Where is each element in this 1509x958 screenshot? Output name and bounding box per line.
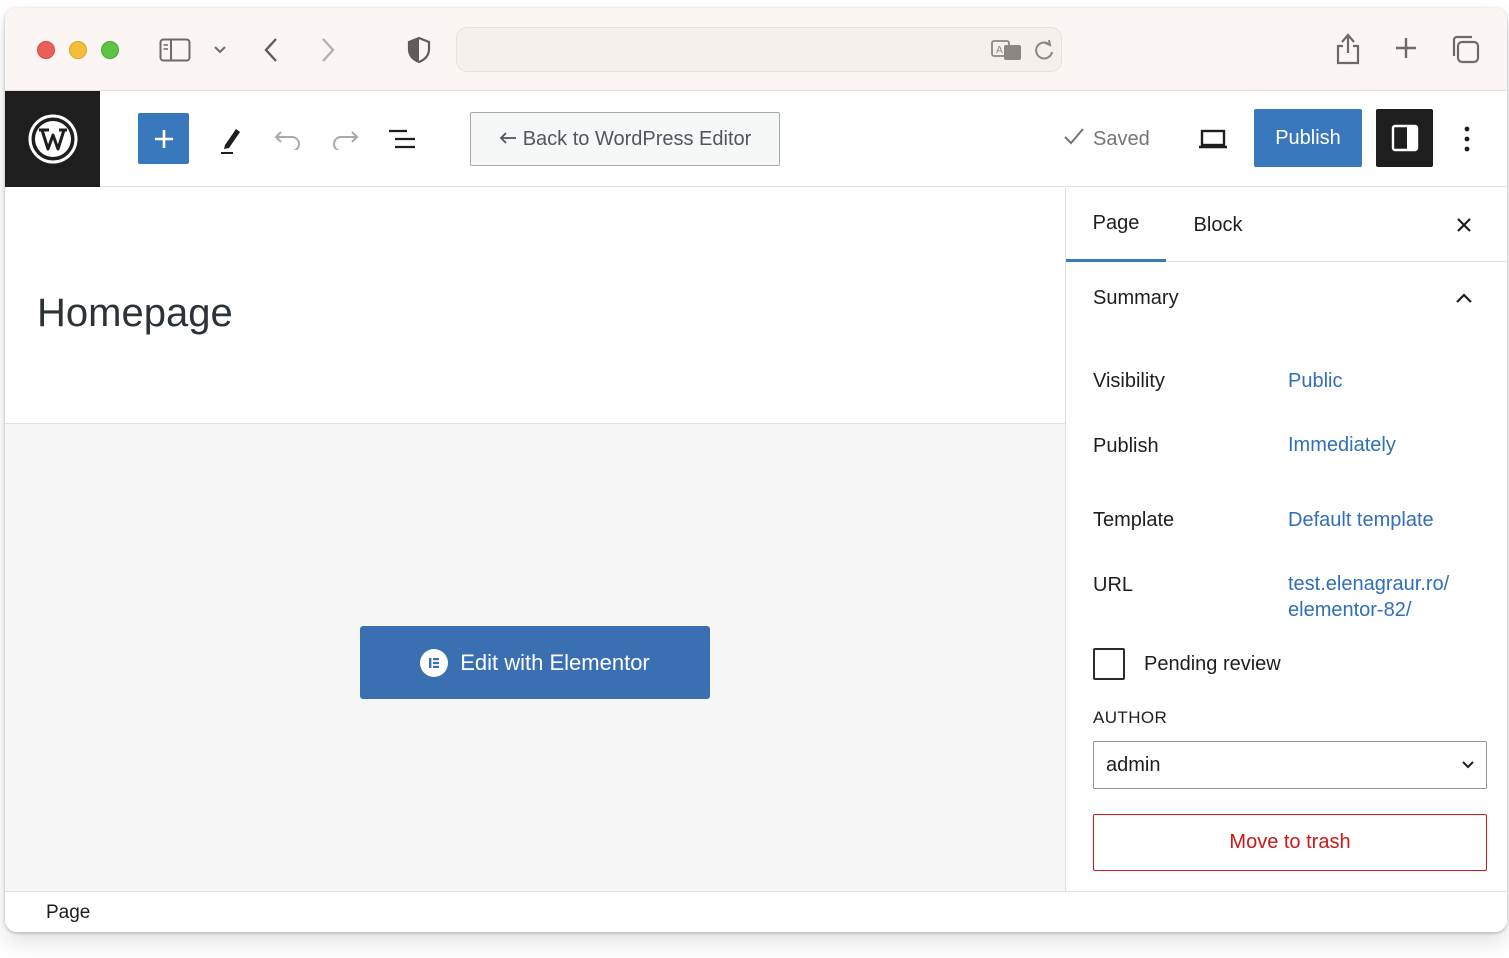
elementor-button-label: Edit with Elementor [460,649,650,675]
author-label: AUTHOR [1093,708,1168,727]
author-value: admin [1106,753,1161,776]
url-value[interactable]: test.elenagraur.ro/ elementor-82/ [1288,571,1449,623]
settings-sidebar-icon[interactable] [1376,109,1433,167]
svg-text:A: A [996,45,1003,56]
shield-icon[interactable] [405,35,433,65]
author-select[interactable]: admin [1093,741,1487,789]
tab-block[interactable]: Block [1178,188,1258,262]
forward-icon[interactable] [316,36,340,64]
browser-window: A Back to WordPress Editor Saved Publish… [5,8,1507,932]
summary-panel-title[interactable]: Summary [1093,287,1179,310]
move-to-trash-button[interactable]: Move to trash [1093,814,1487,871]
preview-desktop-icon[interactable] [1195,124,1231,154]
edit-with-elementor-button[interactable]: Edit with Elementor [360,626,710,699]
checkmark-icon [1063,127,1085,151]
title-area: Homepage [5,188,1065,424]
edit-tools-icon[interactable] [214,121,248,157]
share-icon[interactable] [1333,29,1363,67]
close-icon[interactable] [1449,210,1479,240]
back-icon[interactable] [259,36,283,64]
template-value[interactable]: Default template [1288,507,1434,533]
save-status: Saved [1063,125,1150,153]
settings-sidebar: Page Block Summary Visibility Public Pub… [1065,188,1507,891]
tabs-overview-icon[interactable] [1449,33,1481,65]
sidebar-icon[interactable] [157,36,193,64]
zoom-window-button[interactable] [101,41,119,59]
chevron-down-icon[interactable] [211,42,229,58]
template-label: Template [1093,509,1175,531]
saved-label: Saved [1093,127,1150,150]
add-block-button[interactable] [138,113,189,164]
browser-toolbar: A [5,8,1507,91]
editor-footer: Page [5,891,1507,932]
back-button-label: Back to WordPress Editor [522,127,752,150]
publish-value[interactable]: Immediately [1288,432,1396,458]
sidebar-tabs: Page Block [1066,188,1507,262]
editor-canvas: Homepage Edit with Elementor [5,188,1065,891]
wordpress-logo-icon[interactable] [5,91,100,187]
publish-button[interactable]: Publish [1254,109,1362,167]
translate-icon[interactable]: A [990,38,1024,62]
breadcrumb[interactable]: Page [46,902,90,924]
visibility-value[interactable]: Public [1288,368,1342,394]
editor-toolbar: Back to WordPress Editor Saved Publish [5,91,1507,187]
reload-icon[interactable] [1032,38,1056,62]
elementor-icon [420,648,449,677]
list-view-icon[interactable] [385,126,419,152]
publish-label: Publish [1093,435,1159,457]
url-line-2: elementor-82/ [1288,599,1412,621]
pending-review-checkbox[interactable] [1093,648,1125,680]
url-line-1: test.elenagraur.ro/ [1288,573,1450,595]
pending-review-label: Pending review [1144,652,1281,675]
minimize-window-button[interactable] [69,41,87,59]
new-tab-icon[interactable] [1393,35,1419,61]
add-block-icon [154,129,173,148]
arrow-left-icon [499,128,517,151]
more-options-icon[interactable] [1455,123,1479,155]
pending-review-option[interactable]: Pending review [1093,648,1281,680]
back-to-editor-button[interactable]: Back to WordPress Editor [470,112,780,166]
close-window-button[interactable] [37,41,55,59]
chevron-up-icon[interactable] [1450,286,1478,310]
chevron-down-icon [1460,755,1476,778]
address-bar[interactable]: A [456,27,1062,72]
url-label: URL [1093,574,1134,596]
visibility-label: Visibility [1093,370,1165,392]
redo-icon[interactable] [328,125,362,153]
undo-icon[interactable] [271,125,305,153]
tab-page[interactable]: Page [1066,188,1166,262]
page-title[interactable]: Homepage [37,291,233,336]
